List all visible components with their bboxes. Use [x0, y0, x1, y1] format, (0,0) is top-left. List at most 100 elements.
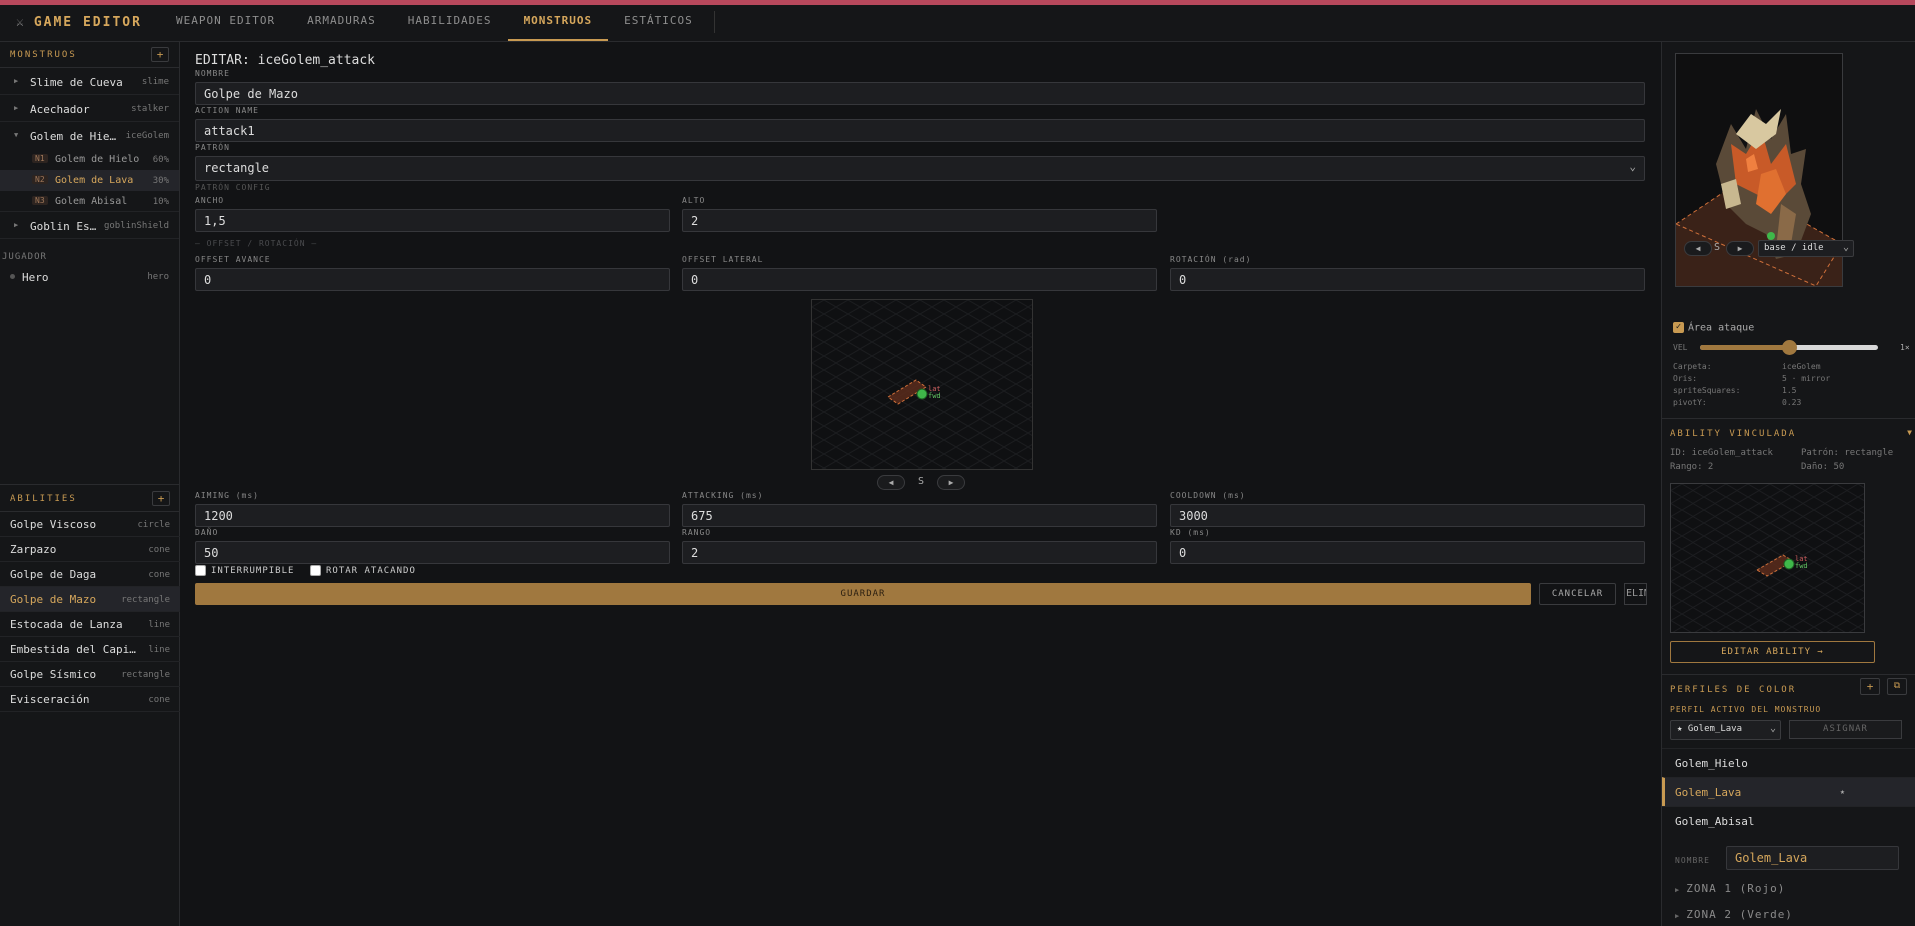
- monster-item-slime[interactable]: ▶ Slime de Cueva slime: [0, 68, 179, 95]
- add-monster-button[interactable]: +: [151, 47, 169, 62]
- animation-value: base / idle: [1764, 243, 1824, 253]
- alto-input[interactable]: 2: [682, 209, 1157, 232]
- chevron-right-icon: ▶: [1675, 912, 1681, 920]
- monster-name: Goblin Es…: [30, 220, 97, 233]
- offset-divider: — OFFSET / ROTACIÓN —: [195, 239, 318, 248]
- area-ataque-label: Área ataque: [1688, 322, 1755, 334]
- add-ability-button[interactable]: +: [152, 491, 170, 506]
- variant-item-selected[interactable]: N2 Golem de Lava 30%: [0, 170, 179, 191]
- patron-value: rectangle: [204, 161, 270, 175]
- check-icon: ✓: [1673, 322, 1684, 333]
- chevron-down-icon: ⌄: [1629, 160, 1636, 173]
- profile-item-selected[interactable]: Golem_Lava ★: [1662, 777, 1915, 806]
- swords-icon: ⚔: [16, 15, 26, 30]
- editor-title: EDITAR: iceGolem_attack: [195, 53, 376, 68]
- rotacion-input[interactable]: 0: [1170, 268, 1645, 291]
- tab-monstruos[interactable]: MONSTRUOS: [507, 5, 609, 41]
- ability-rango: Rango: 2: [1670, 462, 1714, 472]
- chevron-right-icon: ▶: [14, 77, 19, 85]
- profile-item[interactable]: Golem_Hielo: [1662, 748, 1915, 777]
- zona-2-toggle[interactable]: ▶ ZONA 2 (Verde): [1675, 908, 1793, 921]
- aiming-input[interactable]: 1200: [195, 504, 670, 527]
- animation-select[interactable]: base / idle ⌄: [1758, 240, 1854, 257]
- kd-label: KD (ms): [1170, 528, 1211, 537]
- speed-slider[interactable]: [1700, 340, 1878, 355]
- player-name: Hero: [22, 271, 49, 284]
- ability-item[interactable]: Evisceración cone: [0, 687, 180, 712]
- zona-1-toggle[interactable]: ▶ ZONA 1 (Rojo): [1675, 882, 1785, 895]
- preview-direction: S: [918, 476, 925, 487]
- monster-key: iceGolem: [125, 131, 169, 141]
- attacking-input[interactable]: 675: [682, 504, 1157, 527]
- variant-name: Golem de Hielo: [55, 154, 140, 165]
- assign-button[interactable]: ASIGNAR: [1789, 720, 1902, 739]
- speed-slider-knob[interactable]: [1782, 340, 1797, 355]
- variant-pct: 10%: [152, 197, 169, 207]
- kd-input[interactable]: 0: [1170, 541, 1645, 564]
- ability-item[interactable]: Embestida del Capi… line: [0, 637, 180, 662]
- sprite-next-button[interactable]: ▶: [1726, 241, 1754, 256]
- sprite-prev-button[interactable]: ◀: [1684, 241, 1712, 256]
- nombre-input[interactable]: Golpe de Mazo: [195, 82, 1645, 105]
- profile-item[interactable]: Golem_Abisal: [1662, 806, 1915, 835]
- offset-lateral-input[interactable]: 0: [682, 268, 1157, 291]
- variant-pct: 60%: [152, 155, 169, 165]
- rotacion-label: ROTACIÓN (rad): [1170, 255, 1252, 264]
- tab-estaticos[interactable]: ESTÁTICOS: [608, 5, 709, 41]
- ability-item[interactable]: Golpe Sísmico rectangle: [0, 662, 180, 687]
- ability-linked-header[interactable]: ABILITY VINCULADA ▼: [1662, 418, 1915, 446]
- next-direction-button[interactable]: ▶: [937, 475, 965, 490]
- patron-config-label: PATRÓN CONFIG: [195, 183, 271, 192]
- interrumpible-label: INTERRUMPIBLE: [211, 566, 295, 576]
- sprite-direction: S: [1714, 242, 1721, 253]
- ancho-label: ANCHO: [195, 196, 225, 205]
- app-title: GAME EDITOR: [33, 15, 142, 30]
- top-nav: ⚔ GAME EDITOR WEAPON EDITOR ARMADURAS HAB…: [0, 5, 1915, 42]
- profile-nombre-input[interactable]: Golem_Lava: [1726, 846, 1899, 870]
- save-button[interactable]: GUARDAR: [195, 583, 1531, 605]
- dano-input[interactable]: 50: [195, 541, 670, 564]
- patron-select[interactable]: rectangle ⌄: [195, 156, 1645, 181]
- ability-item-selected[interactable]: Golpe de Mazo rectangle: [0, 587, 180, 612]
- prop-row: pivotY: 0.23: [1673, 398, 1801, 407]
- cooldown-input[interactable]: 3000: [1170, 504, 1645, 527]
- ability-item[interactable]: Golpe Viscoso circle: [0, 512, 180, 537]
- monster-name: Acechador: [30, 103, 90, 116]
- add-profile-button[interactable]: +: [1860, 678, 1880, 695]
- pattern-preview[interactable]: lat fwd: [811, 299, 1033, 470]
- rotar-atacando-label: ROTAR ATACANDO: [326, 566, 416, 576]
- tab-armaduras[interactable]: ARMADURAS: [291, 5, 392, 41]
- delete-button[interactable]: ELIMINAR: [1624, 583, 1647, 605]
- variant-item[interactable]: N1 Golem de Hielo 60%: [0, 149, 179, 170]
- monster-item-goblin[interactable]: ▶ Goblin Es… goblinShield: [0, 212, 179, 239]
- abilities-title: ABILITIES: [10, 494, 77, 504]
- tab-weapon-editor[interactable]: WEAPON EDITOR: [160, 5, 291, 41]
- monsters-header: MONSTRUOS +: [0, 42, 179, 68]
- offset-avance-input[interactable]: 0: [195, 268, 670, 291]
- player-key: hero: [147, 272, 169, 282]
- interrumpible-checkbox[interactable]: INTERRUMPIBLE: [195, 565, 294, 576]
- rango-input[interactable]: 2: [682, 541, 1157, 564]
- ability-type: line: [148, 645, 170, 655]
- action-name-input[interactable]: attack1: [195, 119, 1645, 142]
- ability-item[interactable]: Estocada de Lanza line: [0, 612, 180, 637]
- prev-direction-button[interactable]: ◀: [877, 475, 905, 490]
- player-item-hero[interactable]: Hero hero: [0, 265, 179, 289]
- area-ataque-checkbox[interactable]: ✓ Área ataque: [1673, 322, 1754, 334]
- edit-ability-button[interactable]: EDITAR ABILITY →: [1670, 641, 1875, 663]
- ability-type: rectangle: [121, 670, 170, 680]
- variant-pct: 30%: [152, 176, 169, 186]
- tab-habilidades[interactable]: HABILIDADES: [392, 5, 508, 41]
- duplicate-profile-icon[interactable]: ⧉: [1887, 678, 1907, 695]
- monster-item-icegolem[interactable]: ▼ Golem de Hie… iceGolem: [0, 122, 179, 149]
- iso-grid: lat fwd: [812, 300, 1032, 469]
- ancho-input[interactable]: 1,5: [195, 209, 670, 232]
- monster-item-stalker[interactable]: ▶ Acechador stalker: [0, 95, 179, 122]
- rotar-atacando-checkbox[interactable]: ROTAR ATACANDO: [310, 565, 416, 576]
- ability-item[interactable]: Golpe de Daga cone: [0, 562, 180, 587]
- cancel-button[interactable]: CANCELAR: [1539, 583, 1616, 605]
- variant-item[interactable]: N3 Golem Abisal 10%: [0, 191, 179, 212]
- ability-editor: EDITAR: iceGolem_attack NOMBRE Golpe de …: [181, 42, 1661, 926]
- active-profile-select[interactable]: ★ Golem_Lava ⌄: [1670, 720, 1781, 740]
- ability-item[interactable]: Zarpazo cone: [0, 537, 180, 562]
